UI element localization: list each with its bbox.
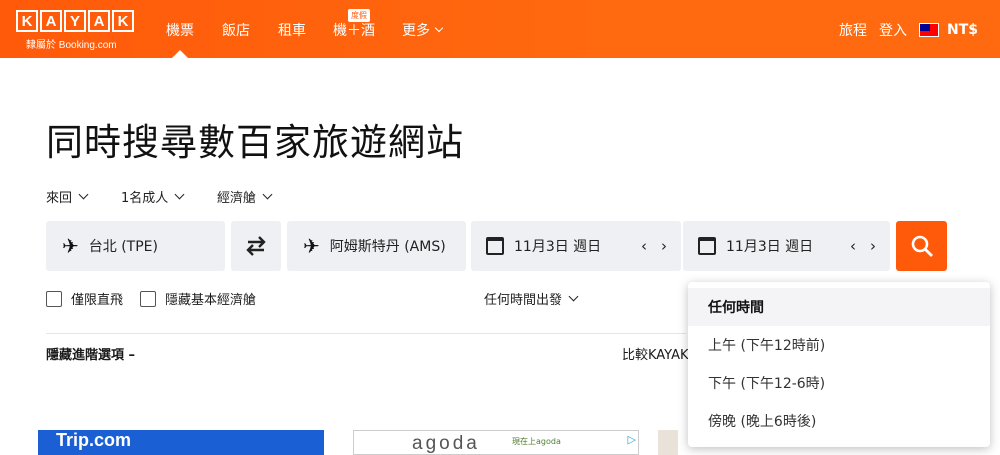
ad2-text: 現在上agoda: [512, 437, 561, 446]
logo-subtitle: 隸屬於 Booking.com: [26, 40, 117, 51]
top-bar: K A Y A K 隸屬於 Booking.com 機票 飯店 租車 度假 機＋…: [0, 0, 1000, 58]
logo-letter: Y: [64, 10, 86, 32]
depart-time-label: 任何時間出發: [484, 293, 563, 308]
chevron-down-icon: [174, 189, 185, 200]
nav-more-label: 更多: [402, 23, 430, 39]
plane-arrive-icon: ✈: [303, 234, 320, 258]
swap-button[interactable]: [231, 221, 281, 271]
logo-letter: K: [112, 10, 134, 32]
prev-day-icon[interactable]: ‹: [850, 237, 856, 255]
checkbox-box: [46, 290, 62, 307]
checkbox-box: [140, 290, 156, 307]
return-date-field[interactable]: 11月3日 週日 ‹ ›: [683, 221, 890, 271]
chevron-down-icon: [262, 189, 273, 200]
compare-label: 比較KAYAK: [622, 348, 688, 363]
trip-type-label: 來回: [46, 191, 73, 206]
chevron-down-icon: [434, 23, 444, 33]
hide-basic-label: 隱藏基本經濟艙: [165, 293, 257, 308]
plane-depart-icon: ✈: [62, 234, 79, 258]
search-button[interactable]: [896, 221, 947, 271]
logo-letter: K: [16, 10, 38, 32]
kayak-logo[interactable]: K A Y A K: [16, 10, 134, 32]
nav-more[interactable]: 更多: [402, 20, 444, 40]
trip-type-dropdown[interactable]: 來回: [46, 187, 89, 206]
search-icon: [911, 235, 933, 257]
ad-choices-icon[interactable]: ▷: [628, 433, 636, 446]
logo-letter: A: [88, 10, 110, 32]
travelers-label: 1名成人: [121, 191, 169, 206]
login-link[interactable]: 登入: [879, 20, 907, 40]
depart-time-menu: 任何時間 上午 (下午12時前) 下午 (下午12-6時) 傍晚 (晚上6時後): [688, 282, 990, 447]
ad-trip-com[interactable]: Trip.com: [38, 430, 324, 455]
nav-hotels[interactable]: 飯店: [222, 20, 250, 40]
calendar-icon: [486, 237, 504, 255]
prev-day-icon[interactable]: ‹: [641, 237, 647, 255]
travelers-dropdown[interactable]: 1名成人: [121, 187, 185, 206]
cabin-label: 經濟艙: [217, 191, 257, 206]
destination-value: 阿姆斯特丹 (AMS): [329, 239, 446, 255]
divider: [46, 333, 686, 334]
advanced-options-toggle[interactable]: 隱藏進階選項 –: [46, 344, 135, 363]
agoda-logo: agoda: [412, 433, 480, 454]
chevron-down-icon: [568, 291, 579, 302]
trips-link[interactable]: 旅程: [839, 20, 867, 40]
page-title: 同時搜尋數百家旅遊網站: [46, 121, 464, 164]
ad-partial[interactable]: [658, 430, 678, 455]
menu-item-evening[interactable]: 傍晚 (晚上6時後): [688, 402, 990, 440]
chevron-down-icon: [78, 189, 89, 200]
next-day-icon[interactable]: ›: [661, 237, 667, 255]
logo-letter: A: [40, 10, 62, 32]
currency-label: NT$: [946, 22, 978, 38]
menu-item-any-time[interactable]: 任何時間: [688, 288, 990, 326]
currency-selector[interactable]: NT$: [918, 22, 978, 38]
menu-item-morning[interactable]: 上午 (下午12時前): [688, 326, 990, 364]
taiwan-flag-icon: [918, 23, 939, 37]
calendar-icon: [698, 237, 716, 255]
nonstop-checkbox[interactable]: 僅限直飛: [46, 289, 123, 308]
menu-item-afternoon[interactable]: 下午 (下午12-6時): [688, 364, 990, 402]
next-day-icon[interactable]: ›: [870, 237, 876, 255]
nav-packages[interactable]: 機＋酒: [333, 20, 375, 40]
origin-field[interactable]: ✈ 台北 (TPE): [46, 221, 225, 271]
return-date-value: 11月3日 週日: [726, 239, 814, 255]
depart-date-field[interactable]: 11月3日 週日 ‹ ›: [471, 221, 681, 271]
swap-icon: [246, 236, 266, 256]
destination-field[interactable]: ✈ 阿姆斯特丹 (AMS): [287, 221, 466, 271]
ad1-text: Trip.com: [56, 430, 132, 450]
hide-basic-checkbox[interactable]: 隱藏基本經濟艙: [140, 289, 256, 308]
cabin-dropdown[interactable]: 經濟艙: [217, 187, 273, 206]
depart-date-value: 11月3日 週日: [514, 239, 602, 255]
depart-time-dropdown[interactable]: 任何時間出發: [484, 289, 579, 308]
nav-cars[interactable]: 租車: [278, 20, 306, 40]
nav-flights[interactable]: 機票: [166, 20, 194, 58]
ad-agoda[interactable]: agoda 現在上agoda ▷: [353, 430, 639, 455]
origin-value: 台北 (TPE): [88, 239, 158, 255]
nonstop-label: 僅限直飛: [71, 293, 124, 308]
